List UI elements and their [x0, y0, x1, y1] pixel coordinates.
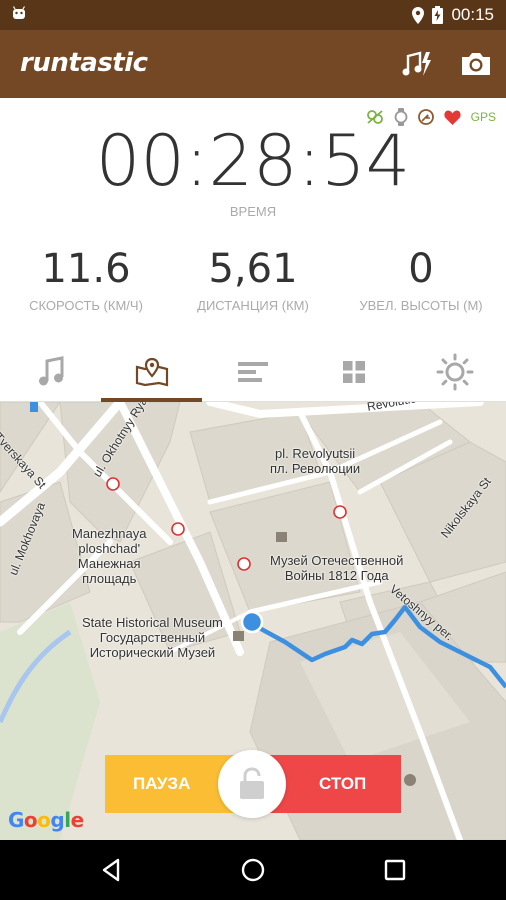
- lock-button[interactable]: [218, 750, 286, 818]
- android-icon: [12, 6, 26, 19]
- runtastic-logo: runtastic: [20, 48, 148, 78]
- camera-icon[interactable]: [459, 48, 493, 80]
- current-position-marker: [240, 610, 264, 634]
- tab-dashboard[interactable]: [303, 342, 404, 402]
- recents-icon[interactable]: [381, 856, 409, 884]
- split-table-icon: [237, 362, 268, 382]
- tab-splits[interactable]: [202, 342, 303, 402]
- stats-panel: GPS 00:28:54 ВРЕМЯ 11.6 СКОРОСТЬ (КМ/Ч) …: [0, 98, 506, 342]
- music-note-icon: [38, 356, 63, 386]
- tab-map[interactable]: [101, 342, 202, 402]
- map-label-state-historical-museum: State Historical Museum Государственный …: [82, 615, 223, 660]
- metric-value: 11.6: [41, 246, 131, 292]
- tab-bar: [0, 342, 506, 402]
- app-bar: runtastic: [0, 30, 506, 98]
- session-controls: ПАУЗА СТОП: [105, 750, 401, 818]
- dashboard-grid-icon: [342, 361, 365, 383]
- map-label-manezhnaya: Manezhnaya ploshchad' Манежная площадь: [72, 526, 147, 586]
- timer-label: ВРЕМЯ: [229, 204, 277, 219]
- metric-label: СКОРОСТЬ (КМ/Ч): [29, 298, 143, 313]
- metric-value: 0: [408, 246, 434, 292]
- tab-brightness[interactable]: [404, 342, 505, 402]
- battery-charging-icon: [432, 6, 444, 24]
- status-bar: 00:15: [0, 0, 506, 30]
- metric-label: УВЕЛ. ВЫСОТЫ (М): [359, 298, 483, 313]
- map-icon: [135, 357, 168, 387]
- location-pin-icon: [412, 6, 425, 24]
- metric-value: 5,61: [208, 246, 298, 292]
- home-icon[interactable]: [239, 856, 267, 884]
- google-attribution: Google: [8, 808, 84, 832]
- music-boost-icon[interactable]: [400, 48, 434, 80]
- tab-music[interactable]: [0, 342, 101, 402]
- timer-value: 00:28:54: [95, 120, 411, 202]
- map-label-revolyutsii: pl. Revolyutsii пл. Революции: [270, 446, 361, 476]
- metric-label: ДИСТАНЦИЯ (КМ): [197, 298, 309, 313]
- map-label-museum-1812: Музей Отечественной Войны 1812 Года: [270, 553, 404, 583]
- back-icon[interactable]: [98, 856, 126, 884]
- metric-elevation: 0 УВЕЛ. ВЫСОТЫ (М): [337, 246, 505, 313]
- brightness-icon: [436, 353, 473, 391]
- metric-distance: 5,61 ДИСТАНЦИЯ (КМ): [169, 246, 337, 313]
- metric-speed: 11.6 СКОРОСТЬ (КМ/Ч): [2, 246, 170, 313]
- status-time: 00:15: [451, 5, 494, 24]
- system-nav-bar: [0, 840, 506, 900]
- unlock-icon: [240, 767, 264, 799]
